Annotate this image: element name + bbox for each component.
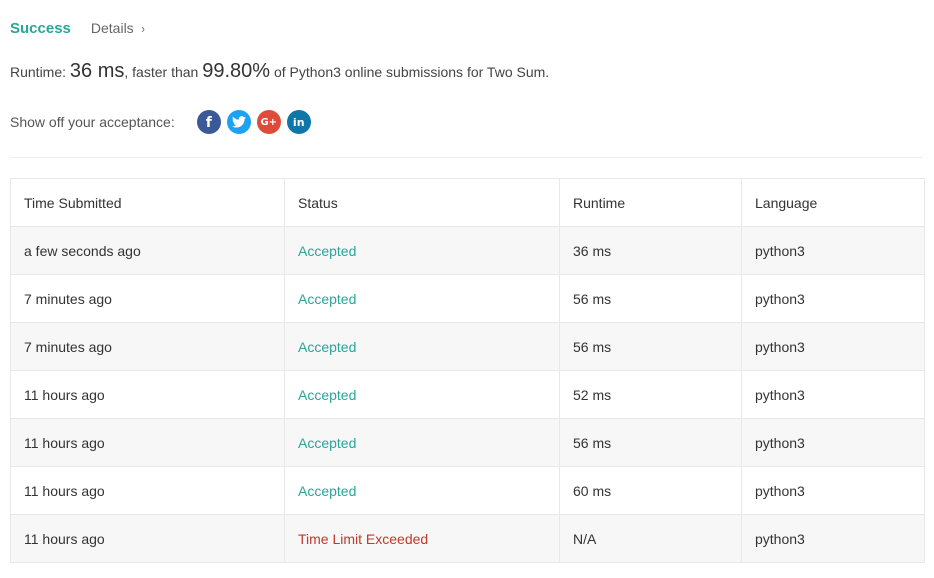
cell-time: 7 minutes ago [10, 322, 285, 371]
cell-language: python3 [741, 514, 925, 563]
facebook-icon[interactable]: f [196, 110, 221, 134]
cell-status-link[interactable]: Accepted [284, 274, 560, 323]
table-row: 11 hours ago Accepted 60 ms python3 [10, 466, 925, 515]
table-row: 11 hours ago Time Limit Exceeded N/A pyt… [10, 514, 925, 563]
cell-language: python3 [741, 370, 925, 419]
cell-time: 7 minutes ago [10, 274, 285, 323]
cell-time: 11 hours ago [10, 514, 285, 563]
column-header-time: Time Submitted [10, 178, 285, 227]
cell-status-link[interactable]: Accepted [284, 418, 560, 467]
cell-runtime: N/A [559, 514, 742, 563]
cell-language: python3 [741, 418, 925, 467]
cell-runtime: 36 ms [559, 226, 742, 275]
table-row: 11 hours ago Accepted 56 ms python3 [10, 418, 925, 467]
submissions-table: Time Submitted Status Runtime Language a… [10, 178, 925, 563]
table-row: 11 hours ago Accepted 52 ms python3 [10, 370, 925, 419]
column-header-status: Status [284, 178, 560, 227]
google-plus-icon[interactable]: G+ [256, 110, 281, 134]
details-link[interactable]: Details › [91, 20, 145, 36]
cell-runtime: 56 ms [559, 274, 742, 323]
faster-than-percent: 99.80% [202, 60, 271, 82]
details-label: Details [90, 20, 134, 36]
cell-status-link[interactable]: Accepted [284, 466, 560, 515]
runtime-prefix: Runtime: [10, 64, 70, 80]
cell-language: python3 [741, 274, 925, 323]
cell-time: 11 hours ago [10, 418, 285, 467]
runtime-suffix: of Python3 online submissions for Two Su… [270, 64, 550, 80]
cell-status-link[interactable]: Accepted [284, 322, 560, 371]
social-buttons: f G+ in [196, 110, 317, 134]
cell-time: 11 hours ago [10, 466, 285, 515]
cell-language: python3 [741, 322, 925, 371]
share-label: Show off your acceptance: [10, 114, 175, 130]
cell-time: 11 hours ago [10, 370, 285, 419]
google-plus-glyph: G+ [260, 116, 278, 128]
cell-runtime: 56 ms [559, 322, 742, 371]
cell-status-link[interactable]: Accepted [284, 370, 560, 419]
cell-language: python3 [741, 466, 925, 515]
table-row: 7 minutes ago Accepted 56 ms python3 [10, 274, 925, 323]
runtime-middle: , faster than [124, 64, 203, 80]
table-row: 7 minutes ago Accepted 56 ms python3 [10, 322, 925, 371]
chevron-right-icon: › [141, 21, 145, 36]
facebook-glyph: f [205, 115, 212, 131]
linkedin-glyph: in [292, 115, 305, 129]
cell-language: python3 [741, 226, 925, 275]
table-row: a few seconds ago Accepted 36 ms python3 [10, 226, 925, 275]
result-header: Success Details › [10, 20, 145, 37]
twitter-icon[interactable] [226, 110, 251, 134]
linkedin-icon[interactable]: in [286, 110, 311, 134]
runtime-value: 36 ms [69, 60, 125, 82]
cell-runtime: 56 ms [559, 418, 742, 467]
cell-time: a few seconds ago [10, 226, 285, 275]
column-header-runtime: Runtime [559, 178, 742, 227]
cell-runtime: 52 ms [559, 370, 742, 419]
cell-runtime: 60 ms [559, 466, 742, 515]
share-row: Show off your acceptance: f G+ in [10, 110, 317, 134]
cell-status-link[interactable]: Accepted [284, 226, 560, 275]
cell-status-link[interactable]: Time Limit Exceeded [284, 514, 560, 563]
column-header-language: Language [741, 178, 925, 227]
section-divider [10, 157, 923, 158]
result-status: Success [10, 20, 71, 37]
twitter-bird-icon [231, 116, 246, 128]
runtime-summary: Runtime: 36 ms, faster than 99.80% of Py… [10, 60, 549, 83]
table-header-row: Time Submitted Status Runtime Language [10, 178, 925, 227]
